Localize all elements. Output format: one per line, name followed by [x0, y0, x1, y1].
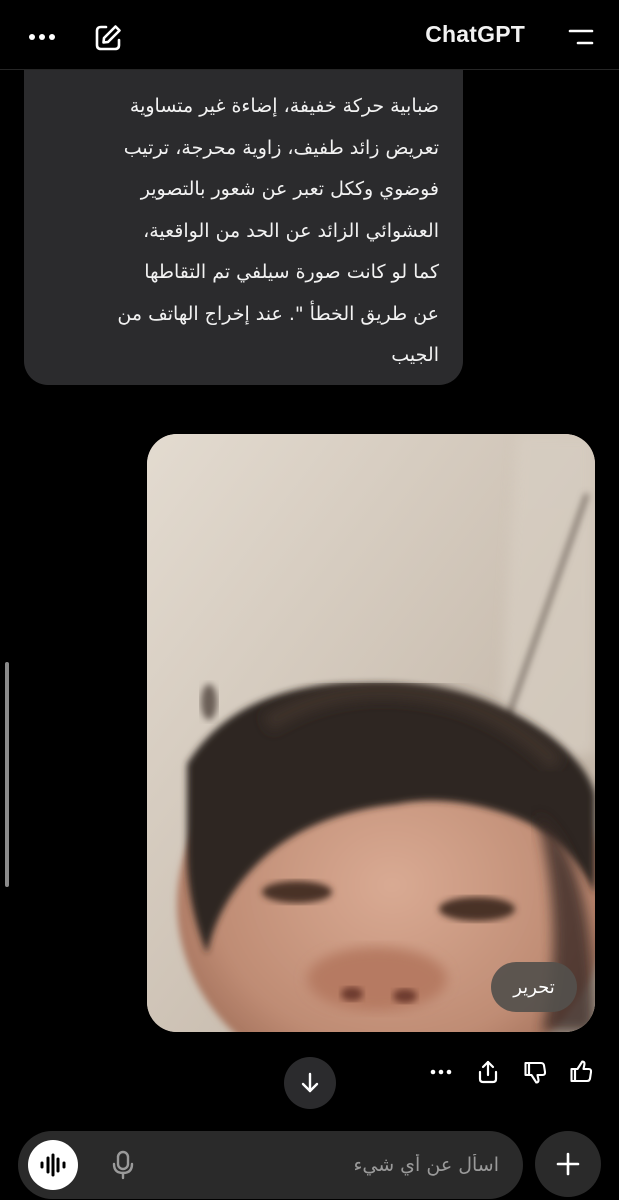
message-line: العشوائي الزائد عن الحد من الواقعية،	[143, 219, 439, 242]
share-icon	[478, 1060, 498, 1084]
plus-icon	[556, 1152, 580, 1176]
message-line: الجيب	[391, 344, 439, 366]
voice-mode-button[interactable]	[28, 1140, 78, 1190]
arrow-down-icon	[301, 1072, 319, 1093]
thumbs-up-icon	[570, 1060, 593, 1083]
dislike-button[interactable]	[518, 1055, 552, 1089]
app-title: ChatGPT	[425, 21, 525, 47]
message-line: عن طريق الخطأ ". عند إخراج الهاتف من	[117, 302, 439, 325]
like-button[interactable]	[564, 1055, 598, 1089]
message-composer	[18, 1131, 523, 1199]
more-horizontal-icon	[29, 34, 55, 40]
thumbs-down-icon	[524, 1061, 547, 1084]
add-attachment-button[interactable]	[535, 1131, 601, 1197]
selfie-photo	[147, 434, 595, 1032]
user-image-message[interactable]	[147, 434, 595, 1032]
microphone-icon	[112, 1150, 134, 1180]
edit-button[interactable]: تحرير	[491, 962, 577, 1012]
scrollbar[interactable]	[5, 662, 9, 887]
sidebar-menu-icon	[568, 29, 594, 45]
more-actions-button[interactable]	[424, 1055, 458, 1089]
message-line: فوضوي وككل تعبر عن شعور بالتصوير	[140, 178, 439, 200]
assistant-message-text: ضبابية حركة خفيفة، إضاءة غير متساوية تعر…	[46, 86, 439, 377]
dictation-button[interactable]	[108, 1147, 138, 1183]
voice-waveform-icon	[40, 1153, 66, 1177]
sidebar-menu-button[interactable]	[561, 22, 601, 52]
more-icon	[430, 1069, 452, 1075]
assistant-message-bubble: ضبابية حركة خفيفة، إضاءة غير متساوية تعر…	[24, 40, 463, 385]
message-line: كما لو كانت صورة سيلفي تم التقاطها	[144, 261, 439, 283]
header-divider	[0, 69, 619, 70]
message-line: ضبابية حركة خفيفة، إضاءة غير متساوية	[129, 95, 439, 117]
message-input[interactable]	[169, 1145, 499, 1185]
more-options-button[interactable]	[22, 22, 62, 52]
message-line: تعريض زائد طفيف، زاوية محرجة، ترتيب	[123, 136, 439, 159]
new-chat-button[interactable]	[88, 18, 128, 58]
new-chat-icon	[95, 25, 121, 51]
top-bar: ChatGPT	[0, 0, 619, 70]
scroll-to-bottom-button[interactable]	[284, 1057, 336, 1109]
share-button[interactable]	[471, 1055, 505, 1089]
